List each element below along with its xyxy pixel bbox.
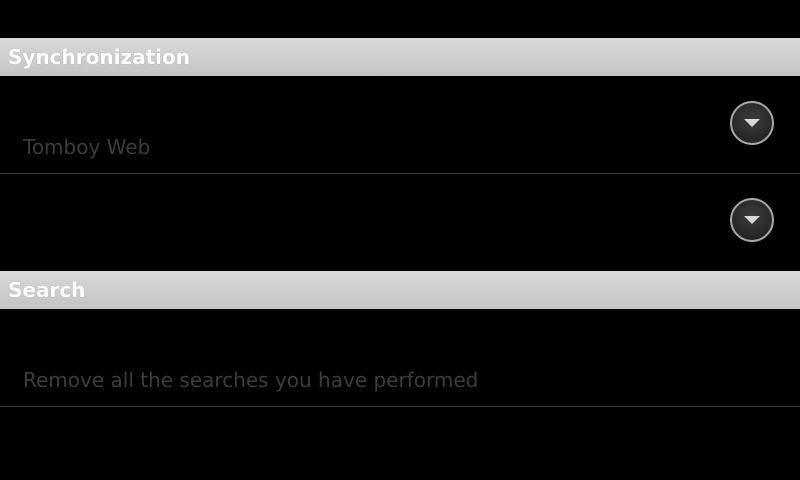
category-title-search: Search bbox=[8, 278, 86, 302]
preferences-screen: Synchronization Tomboy Web Search Remove… bbox=[0, 0, 800, 480]
pref-clear-searches-summary: Remove all the searches you have perform… bbox=[23, 368, 479, 392]
chevron-down-icon bbox=[744, 119, 760, 127]
chevron-down-icon bbox=[744, 216, 760, 224]
sync-option-dropdown-button[interactable] bbox=[730, 198, 774, 242]
category-header-synchronization: Synchronization bbox=[0, 38, 800, 76]
category-header-search: Search bbox=[0, 271, 800, 309]
pref-sync-service-summary: Tomboy Web bbox=[23, 135, 151, 159]
pref-sync-service[interactable]: Tomboy Web bbox=[0, 76, 800, 174]
category-title-synchronization: Synchronization bbox=[8, 45, 191, 69]
pref-clear-searches[interactable]: Remove all the searches you have perform… bbox=[0, 309, 800, 407]
pref-sync-option[interactable] bbox=[0, 174, 800, 271]
sync-service-dropdown-button[interactable] bbox=[730, 101, 774, 145]
